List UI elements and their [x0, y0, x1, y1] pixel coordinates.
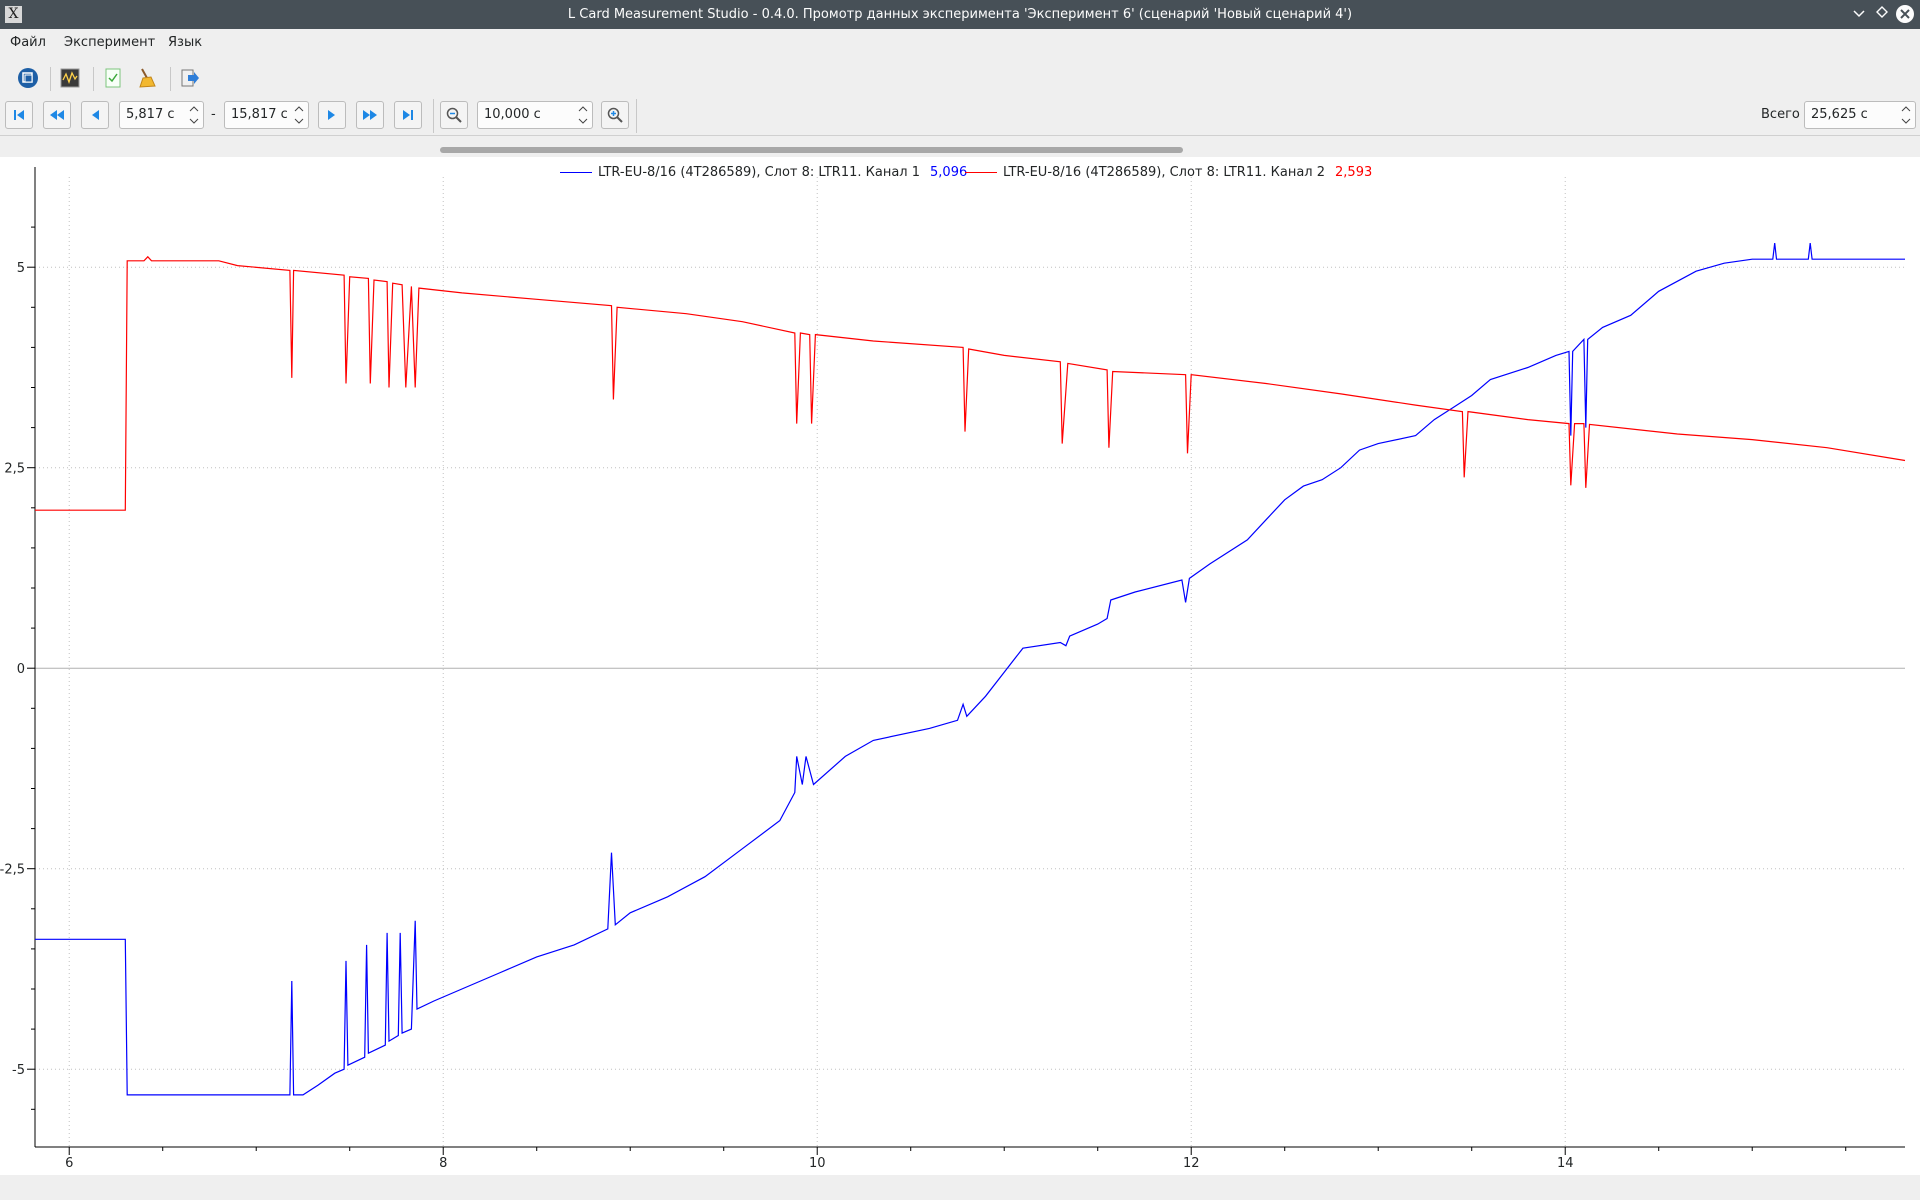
title-bar: X L Card Measurement Studio - 0.4.0. Про…: [0, 0, 1920, 29]
toolbar-separator: [50, 67, 51, 91]
series-line-channel-2: [35, 255, 1906, 511]
go-to-end-button[interactable]: [394, 101, 422, 129]
broom-icon: [139, 68, 156, 88]
toolbar-separator: [170, 67, 171, 91]
skip-to-start-icon: [14, 110, 24, 120]
waveform-icon: [60, 68, 80, 88]
minimize-button[interactable]: [1848, 4, 1869, 25]
skip-to-end-icon: [403, 110, 413, 120]
signal-chart[interactable]: 6 8 10 12 14 5 2,5 0 -2,5 -5: [0, 157, 1920, 1175]
check-document-icon: [105, 68, 121, 88]
zoom-in-button[interactable]: [601, 101, 629, 129]
window-title: L Card Measurement Studio - 0.4.0. Промо…: [567, 7, 1353, 22]
close-icon: [1900, 9, 1910, 19]
total-duration-label: Всего: [1761, 107, 1800, 122]
window-size-spinbox[interactable]: 10,000 с: [477, 101, 593, 129]
scrollbar-thumb[interactable]: [440, 147, 1183, 153]
y-tick-label: -5: [12, 1063, 25, 1078]
go-to-start-button[interactable]: [5, 101, 33, 129]
toolbar-separator: [433, 99, 434, 133]
window-size-value: 10,000 с: [484, 107, 541, 122]
navigation-toolbar: 5,817 с - 15,817 с 10,000 с Всего 25,625…: [0, 99, 1920, 135]
menu-language[interactable]: Язык: [168, 35, 202, 50]
range-start-spinbox[interactable]: 5,817 с: [119, 101, 204, 129]
x-tick-label: 8: [439, 1156, 447, 1171]
device-icon: [18, 68, 38, 88]
spin-arrows-icon[interactable]: [578, 104, 588, 126]
fast-forward-icon: [363, 110, 377, 120]
x-tick-label: 10: [809, 1156, 826, 1171]
y-tick-label: -2,5: [0, 863, 25, 878]
close-button[interactable]: [1896, 5, 1914, 23]
total-duration-value: 25,625 с: [1811, 107, 1868, 122]
zoom-out-icon: [446, 107, 462, 123]
spin-arrows-icon[interactable]: [294, 104, 304, 126]
x-tick-label: 6: [65, 1156, 73, 1171]
step-backward-button[interactable]: [81, 101, 109, 129]
series-line-channel-1: [35, 243, 1905, 1096]
device-button[interactable]: [15, 65, 41, 91]
spin-arrows-icon[interactable]: [189, 104, 199, 126]
time-scrollbar[interactable]: [0, 135, 1920, 158]
grid-lines: [35, 177, 1905, 1147]
menu-file[interactable]: Файл: [10, 35, 46, 50]
y-tick-label: 2,5: [4, 462, 25, 477]
step-backward-icon: [92, 110, 99, 120]
menu-experiment[interactable]: Эксперимент: [64, 35, 155, 50]
x-tick-label: 12: [1183, 1156, 1200, 1171]
zoom-in-icon: [607, 107, 623, 123]
chart-axes: 6 8 10 12 14 5 2,5 0 -2,5 -5: [0, 167, 1905, 1171]
chevron-down-icon: [1852, 10, 1865, 18]
maximize-button[interactable]: [1871, 4, 1892, 25]
clear-button[interactable]: [133, 65, 159, 91]
check-document-button[interactable]: [100, 65, 126, 91]
status-bar: [0, 1175, 1920, 1200]
total-duration-spinbox[interactable]: 25,625 с: [1804, 101, 1916, 129]
step-forward-button[interactable]: [318, 101, 346, 129]
series-lines: [35, 243, 1906, 1096]
range-end-spinbox[interactable]: 15,817 с: [224, 101, 309, 129]
diamond-icon: [1875, 6, 1888, 18]
range-start-value: 5,817 с: [126, 107, 175, 122]
spin-arrows-icon[interactable]: [1901, 104, 1911, 126]
export-button[interactable]: [177, 65, 203, 91]
export-icon: [181, 69, 199, 87]
main-toolbar: [0, 57, 1920, 99]
step-forward-icon: [328, 110, 335, 120]
fast-backward-icon: [50, 110, 64, 120]
range-end-value: 15,817 с: [231, 107, 288, 122]
menu-bar: Файл Эксперимент Язык: [0, 29, 1920, 57]
toolbar-separator: [93, 67, 94, 91]
zoom-out-button[interactable]: [440, 101, 468, 129]
y-tick-label: 5: [17, 261, 25, 276]
toolbar-separator: [636, 99, 637, 133]
waveform-button[interactable]: [57, 65, 83, 91]
fast-forward-button[interactable]: [356, 101, 384, 129]
x-tick-label: 14: [1557, 1156, 1574, 1171]
fast-backward-button[interactable]: [43, 101, 71, 129]
range-separator: -: [211, 107, 216, 122]
y-tick-label: 0: [17, 662, 25, 677]
